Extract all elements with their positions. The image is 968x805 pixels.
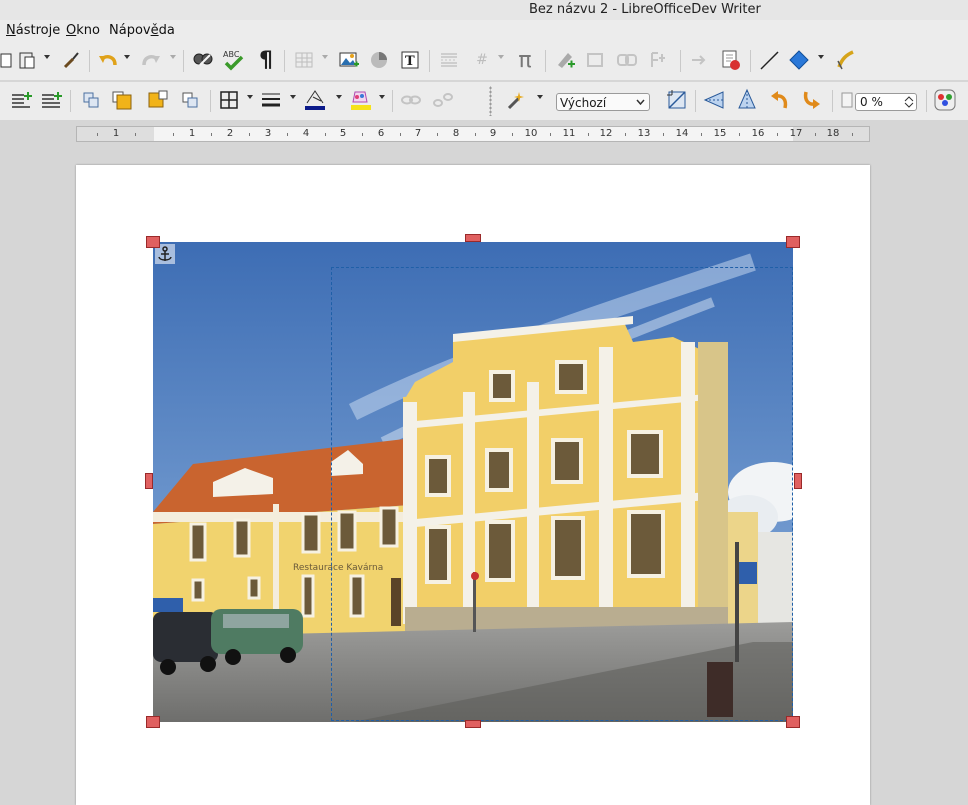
ruler-label: 11	[562, 128, 576, 139]
ruler-label: 4	[302, 128, 310, 139]
insert-page-break-icon[interactable]	[436, 47, 462, 73]
graphics-mode-select[interactable]: Výchozí	[556, 93, 650, 111]
title-bar: Bez názvu 2 - LibreOfficeDev Writer	[0, 0, 968, 20]
selection-handle-top-right[interactable]	[786, 236, 800, 248]
wrap-on-icon[interactable]	[38, 87, 64, 113]
draw-function-icon[interactable]	[718, 47, 744, 73]
wrap-off-icon[interactable]	[8, 87, 34, 113]
insert-cross-reference-icon[interactable]	[686, 47, 712, 73]
ruler-label: 10	[524, 128, 538, 139]
svg-text:T: T	[405, 54, 415, 69]
selection-handle-bottom-left[interactable]	[146, 716, 160, 728]
insert-comment-icon[interactable]	[552, 47, 578, 73]
selection-handle-left[interactable]	[145, 473, 153, 489]
insert-image-icon[interactable]	[336, 47, 362, 73]
insert-special-character-icon[interactable]: π	[512, 47, 538, 73]
ruler-label: 3	[264, 128, 272, 139]
send-to-back-icon[interactable]	[109, 87, 135, 113]
formatting-marks-icon[interactable]: ¶	[253, 47, 279, 73]
ruler-label: 9	[489, 128, 497, 139]
flip-horizontal-icon[interactable]	[734, 87, 760, 113]
draw-function-icon[interactable]	[832, 47, 858, 73]
insert-line-icon[interactable]	[756, 47, 782, 73]
chevron-down-icon	[636, 99, 645, 105]
ruler-label: 7	[414, 128, 422, 139]
ruler-label: 17	[789, 128, 803, 139]
basic-shapes-icon[interactable]	[786, 47, 812, 73]
border-color-icon[interactable]	[302, 87, 328, 113]
selection-handle-bottom[interactable]	[465, 720, 481, 728]
selection-handle-bottom-right[interactable]	[786, 716, 800, 728]
spin-button-icon[interactable]	[904, 95, 914, 109]
ruler-label: 5	[339, 128, 347, 139]
ruler-label: 14	[675, 128, 689, 139]
flip-vertical-icon[interactable]	[702, 87, 728, 113]
spellcheck-icon[interactable]: ABC	[221, 47, 247, 73]
borders-icon[interactable]	[216, 87, 242, 113]
ruler-label: 2	[226, 128, 234, 139]
insert-field-icon[interactable]: #	[469, 47, 495, 73]
color-icon[interactable]	[932, 87, 958, 113]
selection-handle-top-left[interactable]	[146, 236, 160, 248]
horizontal-ruler[interactable]: 1 1 2 3 4 5 6 7 8 9 10 11 12 13 14 15 16…	[76, 126, 870, 142]
selection-handle-right[interactable]	[794, 473, 802, 489]
ruler-label: 16	[751, 128, 765, 139]
forward-one-icon[interactable]	[145, 87, 171, 113]
toolbar-gripper[interactable]	[489, 86, 492, 116]
redo-icon[interactable]	[138, 47, 164, 73]
image-toolbar: Výchozí 0 %	[0, 82, 968, 120]
ruler-label: 1	[188, 128, 196, 139]
insert-footnote-icon[interactable]	[646, 47, 672, 73]
link-frames-icon[interactable]	[398, 87, 424, 113]
ruler-label: 1	[112, 128, 120, 139]
rotate-left-icon[interactable]	[766, 87, 792, 113]
ruler-label: 12	[599, 128, 613, 139]
svg-text:ABC: ABC	[223, 50, 240, 59]
insert-table-icon[interactable]	[291, 47, 317, 73]
find-replace-icon[interactable]	[190, 47, 216, 73]
crop-icon[interactable]	[664, 87, 690, 113]
window-title: Bez názvu 2 - LibreOfficeDev Writer	[529, 2, 761, 17]
clone-formatting-icon[interactable]	[58, 47, 84, 73]
bring-to-front-icon[interactable]	[78, 87, 104, 113]
selection-handle-top[interactable]	[465, 234, 481, 242]
insert-textbox-icon[interactable]: T	[397, 47, 423, 73]
insert-chart-icon[interactable]	[366, 47, 392, 73]
ruler-label: 8	[452, 128, 460, 139]
menu-window[interactable]: Okno	[66, 23, 100, 38]
menu-tools[interactable]: Nástroje	[6, 23, 60, 38]
undo-icon[interactable]	[95, 47, 121, 73]
back-one-icon[interactable]	[177, 87, 203, 113]
ruler-label: 15	[713, 128, 727, 139]
paste-icon[interactable]	[14, 47, 40, 73]
ruler-label: 18	[826, 128, 840, 139]
background-color-icon[interactable]	[348, 87, 374, 113]
ruler-label: 13	[637, 128, 651, 139]
transparency-field[interactable]: 0 %	[855, 93, 917, 111]
inserted-image[interactable]: Restaurace Kavárna	[153, 242, 793, 722]
image-filter-icon[interactable]	[503, 87, 529, 113]
insert-hyperlink-icon[interactable]	[614, 47, 640, 73]
border-style-icon[interactable]	[258, 87, 284, 113]
unlink-frames-icon[interactable]	[430, 87, 456, 113]
menu-help[interactable]: Nápověda	[109, 23, 175, 38]
menu-bar: Nástroje Okno Nápověda	[0, 20, 968, 42]
rotate-right-icon[interactable]	[799, 87, 825, 113]
ruler-label: 6	[377, 128, 385, 139]
standard-toolbar: ABC ¶ T # π	[0, 42, 968, 80]
track-changes-icon[interactable]	[582, 47, 608, 73]
svg-text:Restaurace Kavárna: Restaurace Kavárna	[293, 563, 383, 573]
